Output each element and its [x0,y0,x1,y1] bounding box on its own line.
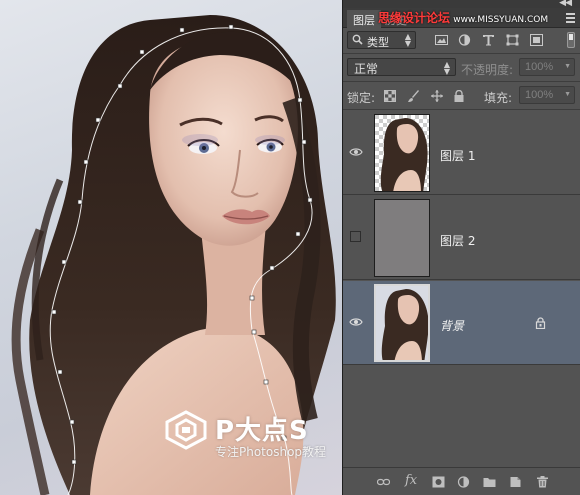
opacity-value: 100% [525,61,554,73]
site-watermark: 思缘设计论坛 www.MISSYUAN.COM [378,9,548,26]
search-icon [352,34,363,45]
adjustment-layer-icon[interactable] [457,476,470,488]
smart-object-filter-icon[interactable] [530,34,543,46]
layers-bottom-toolbar: fx [343,467,580,495]
layers-list: 图层 1 图层 2 背景 [343,111,580,467]
layer-1-thumbnail-image [375,115,429,191]
layer-2-thumbnail-fill [375,200,429,276]
filter-kind-label: 类型 [367,36,389,49]
add-mask-icon[interactable] [432,476,445,488]
site-watermark-url: www.MISSYUAN.COM [453,15,549,25]
lock-row: 锁定: 填充: 100% ▼ [343,82,580,108]
layer-name[interactable]: 背景 [440,317,464,334]
layer-thumbnail[interactable] [374,114,430,192]
document-canvas[interactable]: P大点S 专注Photoshop教程 [0,0,342,495]
layers-panel: ◀◀ 图层 历史 类型 ▲ ▼ 正常 ▲ ▼ 不透明度: 100% ▼ 锁定: … [342,0,580,495]
updown-arrows-icon: ▲ ▼ [404,32,411,48]
collapse-panel-icon[interactable]: ◀◀ [559,0,572,8]
blend-row: 正常 ▲ ▼ 不透明度: 100% ▼ [343,54,580,80]
layer-thumbnail[interactable] [374,284,430,362]
pds-logo-icon [165,410,207,450]
watermark: P大点S 专注Photoshop教程 [165,410,340,460]
eye-visibility-icon[interactable] [349,316,363,328]
filter-kind-select[interactable]: 类型 ▲ ▼ [347,31,416,49]
layer-name[interactable]: 图层 1 [440,147,475,164]
blend-mode-select[interactable]: 正常 ▲ ▼ [347,58,456,76]
image-filter-icon[interactable] [435,34,448,46]
fill-input[interactable]: 100% ▼ [519,86,575,104]
new-layer-icon[interactable] [509,476,522,488]
eye-visibility-icon[interactable] [349,146,363,158]
panel-top-strip: ◀◀ [343,0,580,8]
filter-toggle-switch[interactable] [567,32,575,48]
delete-layer-icon[interactable] [536,476,549,488]
type-filter-icon[interactable] [482,34,495,46]
chevron-down-icon[interactable]: ▼ [564,91,571,98]
adjustment-filter-icon[interactable] [458,34,471,46]
lock-label: 锁定: [347,91,376,105]
watermark-title: P大点S [215,416,309,446]
layer-row-background[interactable]: 背景 [343,281,580,365]
opacity-label: 不透明度: [461,63,514,77]
updown-arrows-icon: ▲ ▼ [443,60,450,76]
fx-icon[interactable]: fx [405,473,417,488]
panel-menu-icon[interactable] [566,13,575,23]
shape-filter-icon[interactable] [506,34,519,46]
layer-filter-row: 类型 ▲ ▼ [343,28,580,52]
site-watermark-name: 思缘设计论坛 [378,11,451,25]
link-layers-icon[interactable] [377,476,390,488]
blend-mode-value: 正常 [354,62,379,76]
layer-row-2[interactable]: 图层 2 [343,196,580,280]
visibility-toggle-off[interactable] [350,231,361,242]
lock-image-icon[interactable] [408,90,420,102]
layer-thumbnail[interactable] [374,199,430,277]
watermark-subtitle: 专注Photoshop教程 [215,445,327,459]
divider [343,109,580,110]
tab-layers[interactable]: 图层 [347,10,381,28]
opacity-input[interactable]: 100% ▼ [519,58,575,76]
layer-name[interactable]: 图层 2 [440,232,475,249]
fill-label: 填充: [484,91,513,105]
lock-position-icon[interactable] [431,90,443,102]
chevron-down-icon[interactable]: ▼ [564,63,571,70]
lock-all-icon[interactable] [453,90,465,102]
background-thumbnail-image [376,286,428,360]
layer-row-1[interactable]: 图层 1 [343,111,580,195]
lock-transparent-icon[interactable] [384,90,396,102]
lock-icon [535,317,546,329]
new-group-icon[interactable] [483,476,496,488]
fill-value: 100% [525,89,554,101]
